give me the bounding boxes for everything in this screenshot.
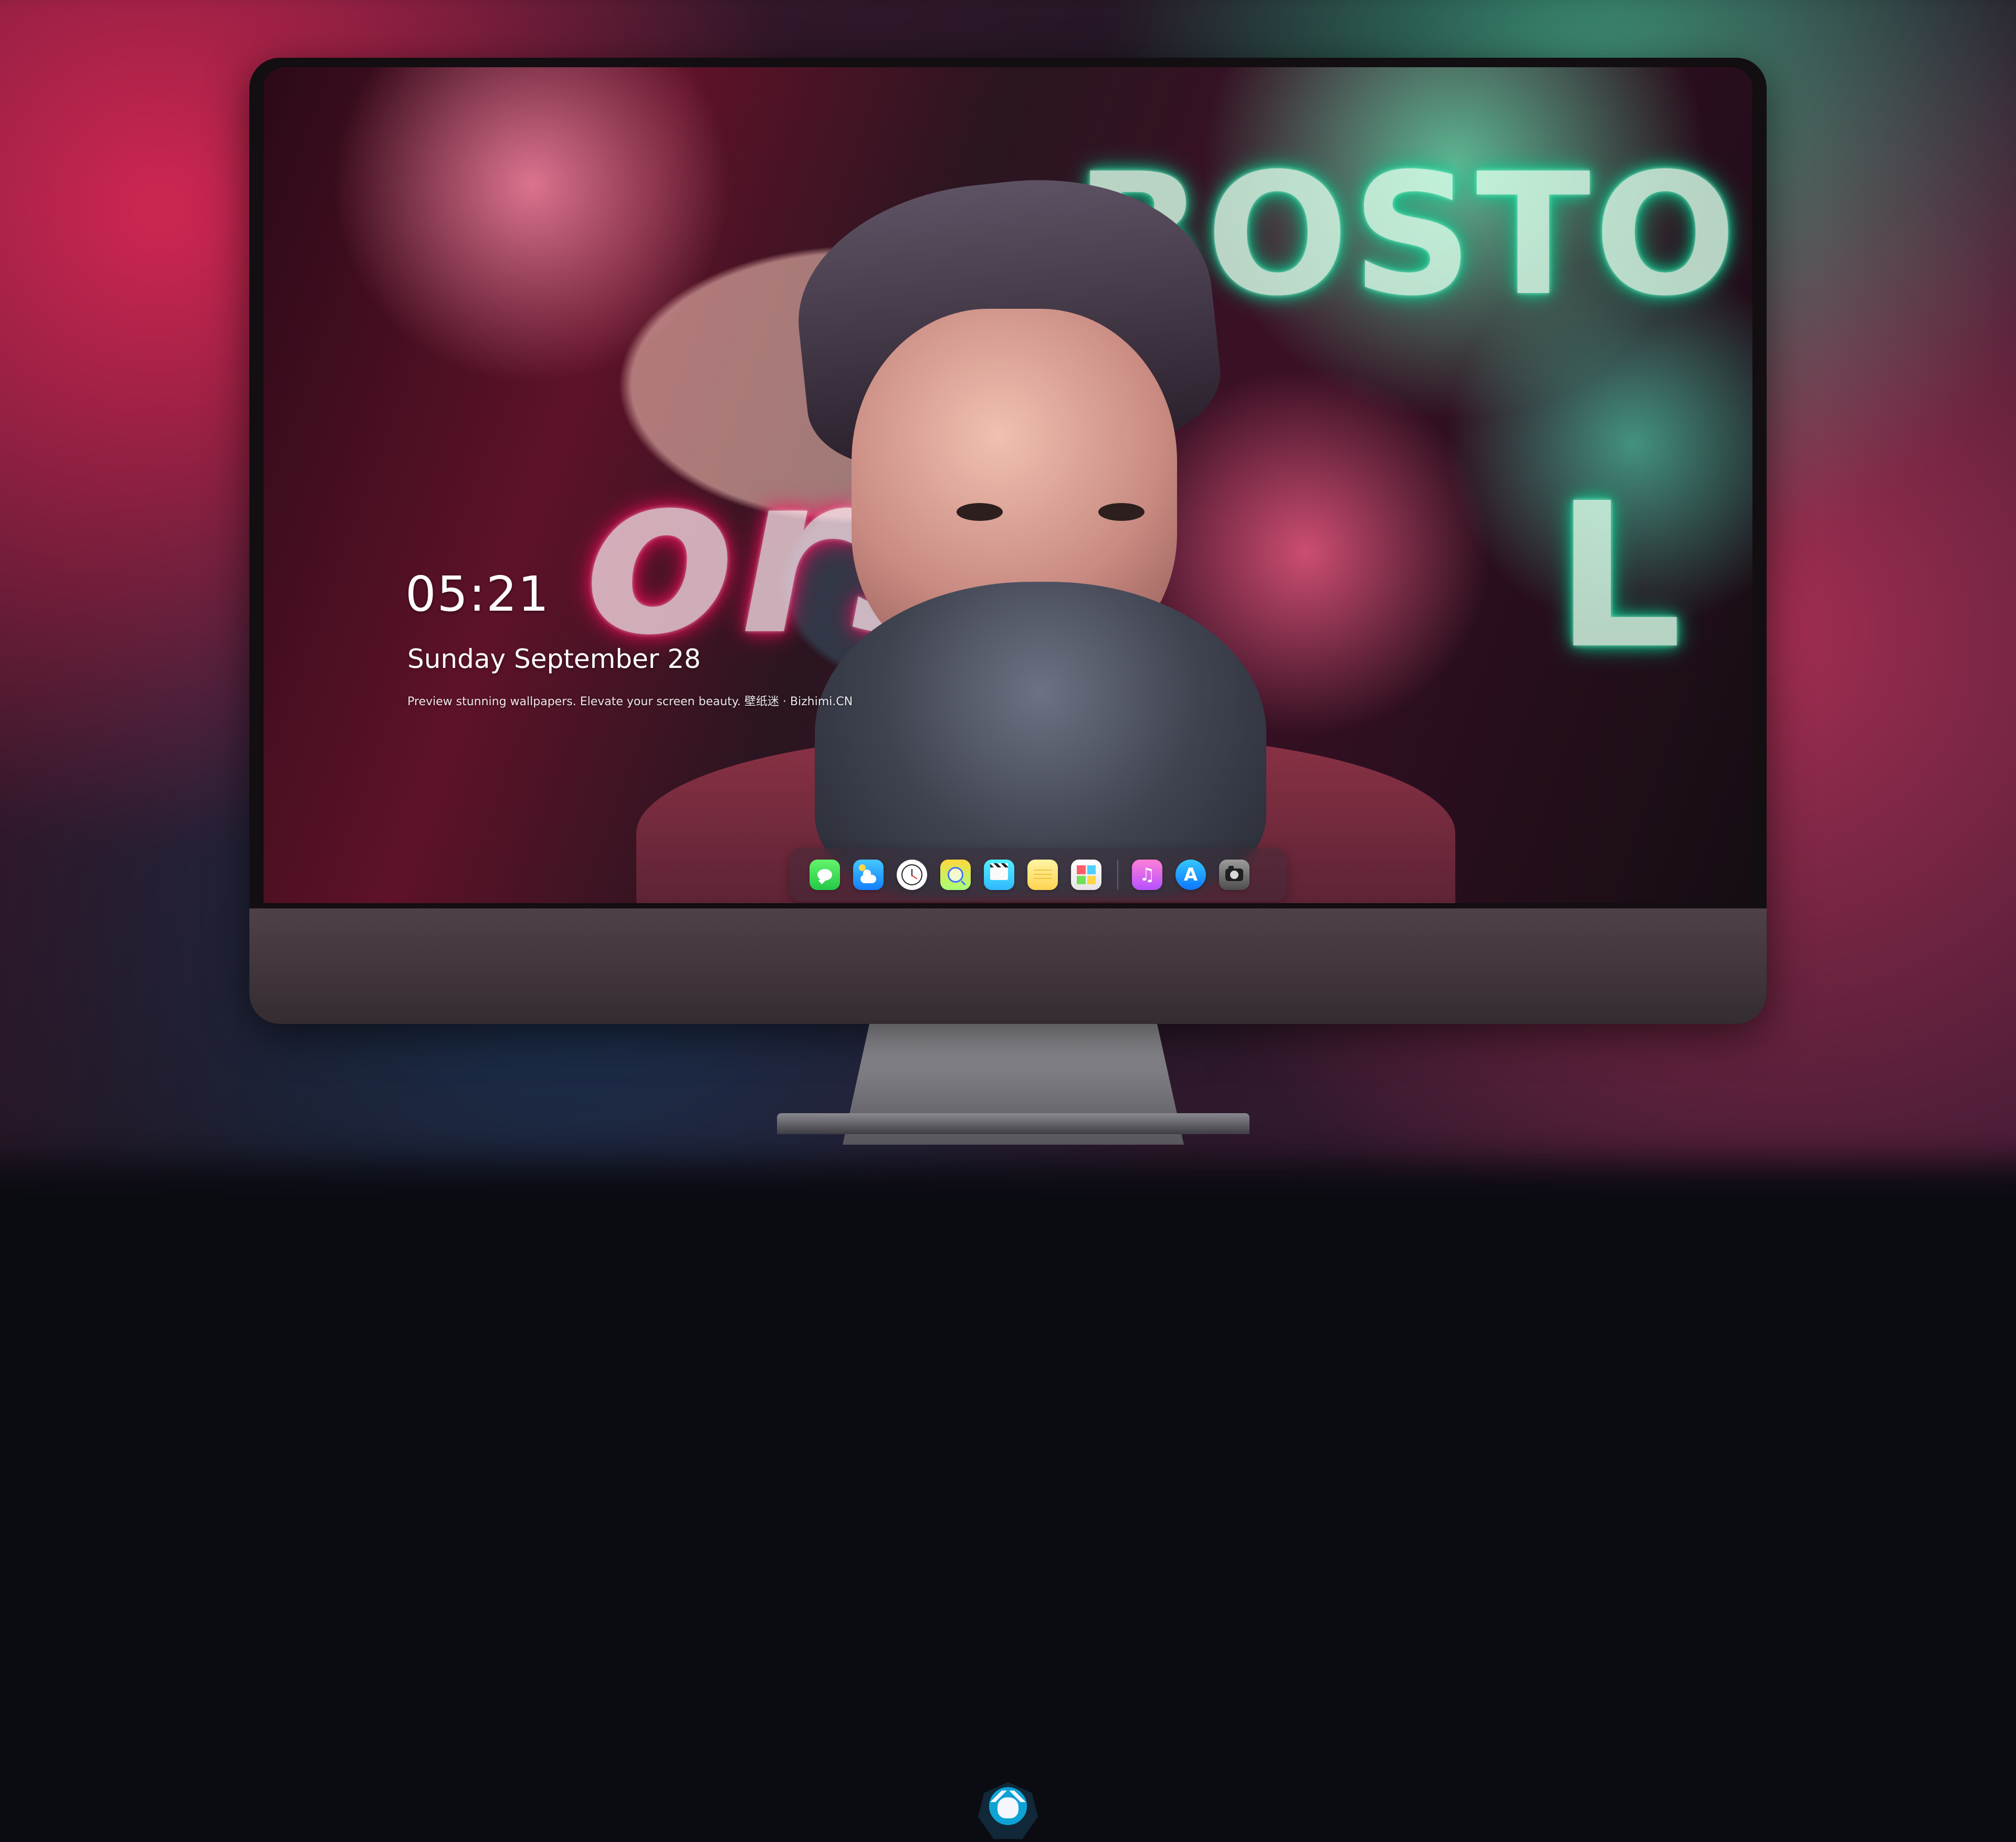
notes-icon [1034, 866, 1052, 883]
notes-app-button[interactable] [1027, 860, 1058, 890]
photo-tile-blue [1087, 865, 1096, 874]
clock-icon [901, 864, 922, 885]
lock-screen: BOSTO ors L 05:21 Sunday September 28 Pr… [264, 67, 1752, 903]
desktop-monitor: BOSTO ors L 05:21 Sunday September 28 Pr… [249, 58, 1767, 1024]
photos-app-button[interactable] [1071, 860, 1101, 890]
neon-sign-middle: ors [584, 445, 985, 666]
photo-tile-red [1077, 865, 1086, 874]
clips-app-button[interactable] [984, 860, 1014, 890]
dock: ♫ A [790, 848, 1287, 902]
dock-items: ♫ A [810, 860, 1263, 889]
app-store-button[interactable]: A [1175, 860, 1206, 890]
music-app-button[interactable]: ♫ [1132, 860, 1162, 890]
preview-app-button[interactable] [940, 860, 971, 890]
app-store-icon: A [1184, 866, 1198, 884]
mascot-logo-icon [978, 1782, 1038, 1842]
lock-date: Sunday September 28 [407, 646, 701, 672]
weather-app-button[interactable] [853, 860, 884, 890]
photo-tile-yellow [1087, 876, 1096, 885]
messages-app-button[interactable] [810, 860, 840, 890]
monitor-stand-base [777, 1113, 1250, 1134]
clock-app-button[interactable] [897, 860, 927, 890]
right-eye-shape [1098, 503, 1144, 521]
music-icon: ♫ [1139, 866, 1155, 884]
lock-time: 05:21 [405, 570, 550, 619]
dock-divider [1117, 860, 1118, 890]
wallpaper-caption: Preview stunning wallpapers. Elevate you… [407, 696, 853, 708]
weather-icon [860, 875, 876, 883]
camera-app-button[interactable] [1219, 860, 1250, 890]
preview-icon [948, 867, 963, 883]
photos-icon [1077, 865, 1096, 884]
monitor-chin [249, 908, 1767, 1024]
neon-sign-top: BOSTO [1075, 151, 1740, 319]
clips-icon [990, 867, 1008, 882]
messages-icon [817, 869, 832, 881]
photo-tile-green [1077, 876, 1086, 885]
camera-icon [1225, 868, 1243, 881]
neon-sign-right: L [1555, 477, 1685, 676]
